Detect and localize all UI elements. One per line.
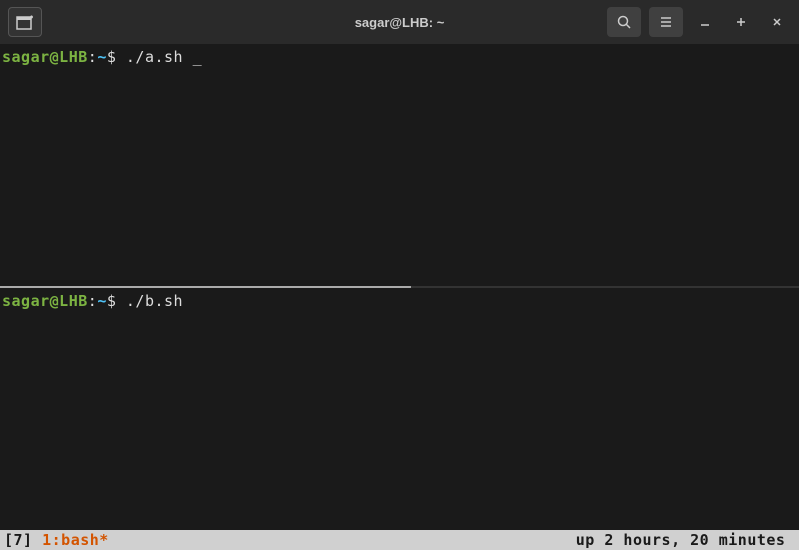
status-window: 1:bash* [42,531,109,549]
new-tab-button[interactable] [8,7,42,37]
minimize-icon [699,16,711,28]
prompt-path: ~ [97,292,107,310]
hamburger-icon [658,14,674,30]
pane-divider-active-indicator [0,286,411,288]
status-uptime: up 2 hours, 20 minutes [576,531,795,549]
prompt-dollar: $ [107,292,126,310]
search-icon [616,14,632,30]
search-button[interactable] [607,7,641,37]
tmux-statusbar: [7] 1:bash* up 2 hours, 20 minutes [0,530,799,550]
prompt-user-host: sagar@LHB [2,292,88,310]
menu-button[interactable] [649,7,683,37]
titlebar-controls [607,7,791,37]
prompt-path: ~ [97,48,107,66]
terminal-area: sagar@LHB:~$ ./a.sh _ sagar@LHB:~$ ./b.s… [0,44,799,530]
terminal-pane-top[interactable]: sagar@LHB:~$ ./a.sh _ [0,44,799,286]
prompt-line: sagar@LHB:~$ ./a.sh _ [2,48,797,68]
cursor: _ [183,48,202,66]
prompt-colon: : [88,292,98,310]
new-tab-icon [16,14,34,30]
pane-divider[interactable] [0,286,799,288]
prompt-dollar: $ [107,48,126,66]
maximize-button[interactable] [727,7,755,37]
prompt-line: sagar@LHB:~$ ./b.sh [2,292,797,312]
close-button[interactable] [763,7,791,37]
terminal-pane-bottom[interactable]: sagar@LHB:~$ ./b.sh [0,288,799,530]
maximize-icon [735,16,747,28]
prompt-colon: : [88,48,98,66]
close-icon [771,16,783,28]
window-titlebar: sagar@LHB: ~ [0,0,799,44]
prompt-user-host: sagar@LHB [2,48,88,66]
command-text: ./b.sh [126,292,183,310]
command-text: ./a.sh [126,48,183,66]
status-session: [7] [4,531,42,549]
minimize-button[interactable] [691,7,719,37]
window-title: sagar@LHB: ~ [355,15,445,30]
